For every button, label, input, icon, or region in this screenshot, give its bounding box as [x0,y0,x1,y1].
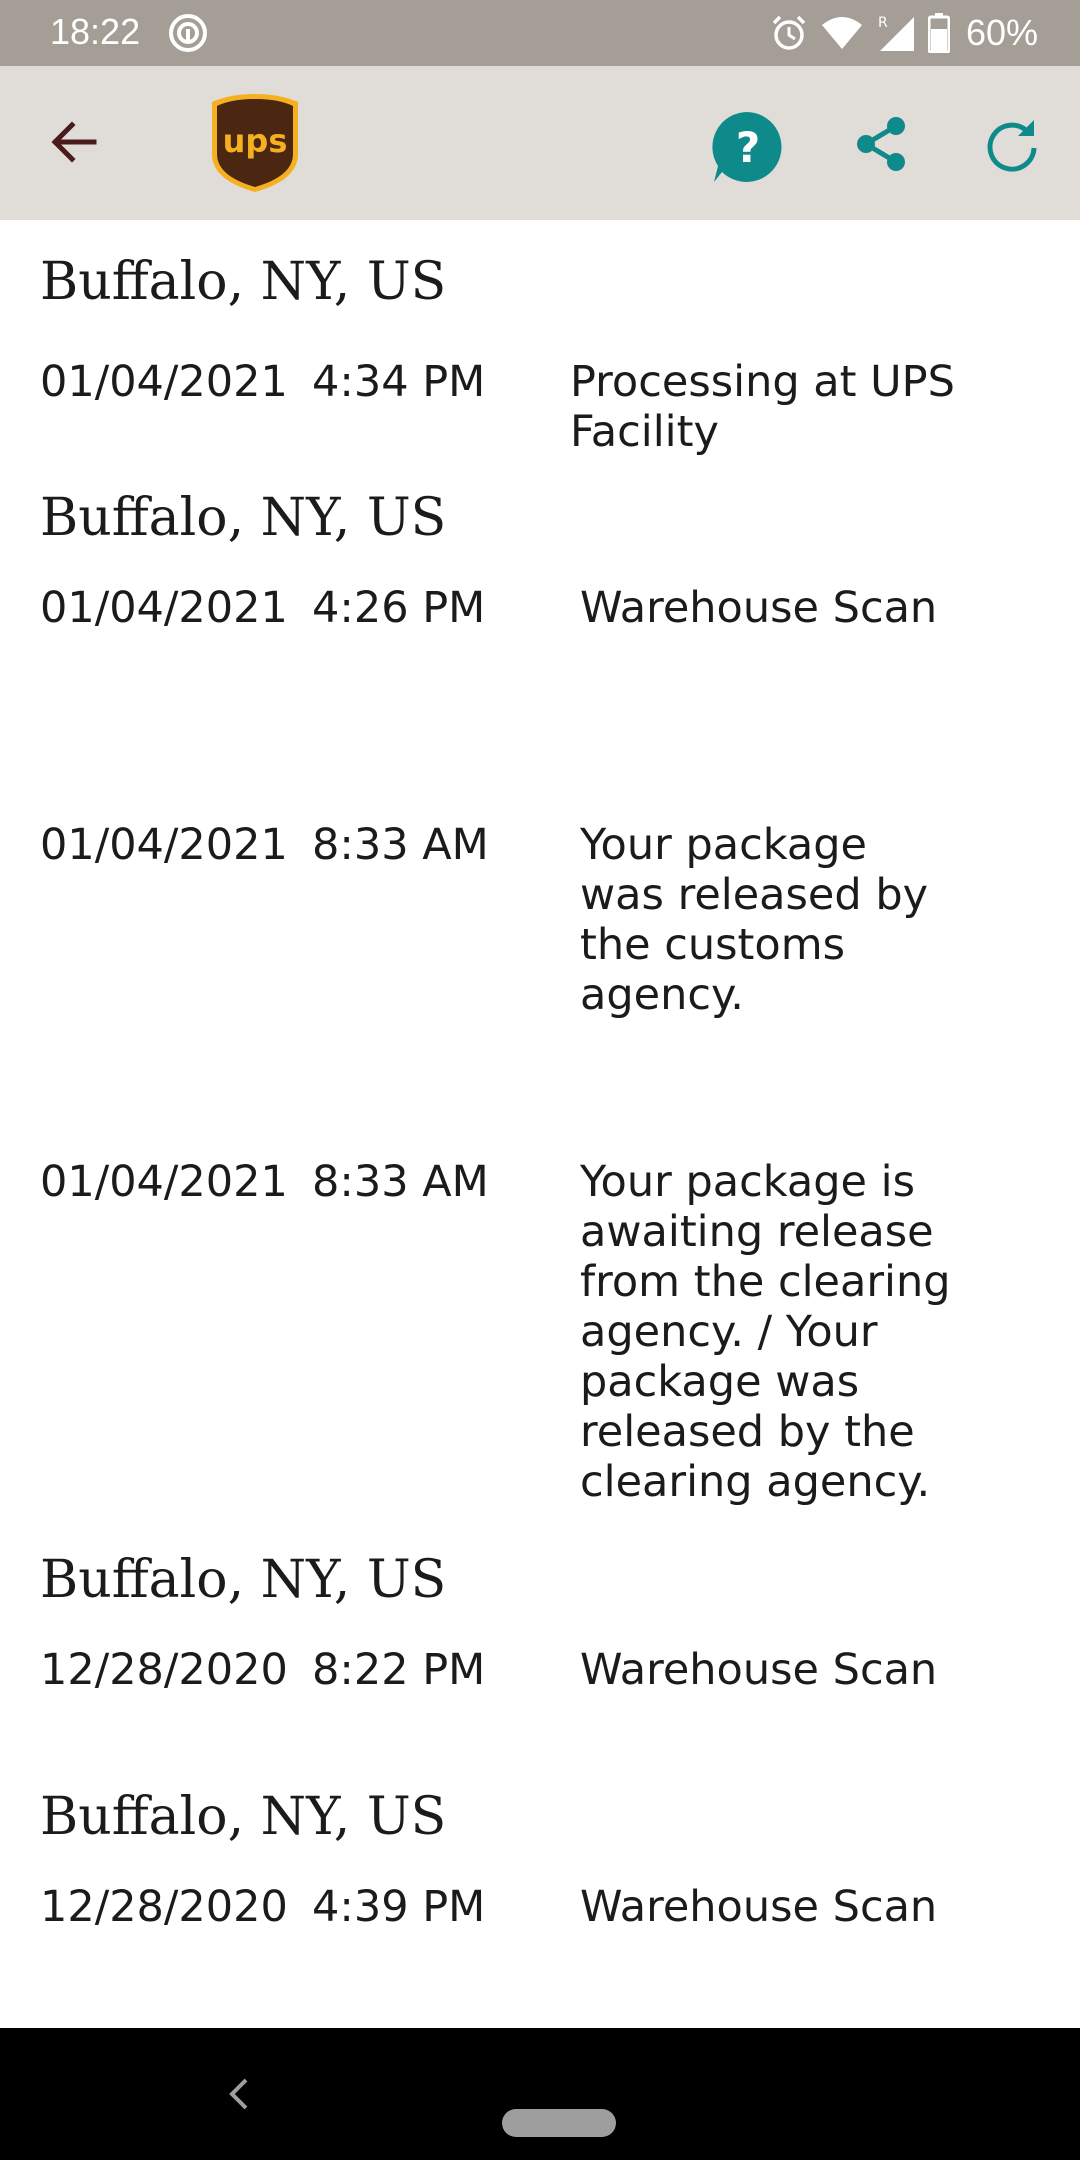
status-time: 18:22 [50,11,141,52]
event-date: 12/28/2020 [40,1645,288,1695]
back-arrow-icon[interactable] [44,112,104,172]
event-description: Warehouse Scan [580,1645,938,1695]
event-time: 4:26 PM [312,583,486,633]
battery-icon [927,13,950,53]
battery-percent: 60% [965,12,1038,53]
event-location: Buffalo, NY, US [40,1550,447,1610]
event-date: 01/04/2021 [40,357,288,407]
home-pill[interactable] [502,2109,616,2137]
app-bar: ups ? [0,66,1080,220]
help-icon[interactable]: ? [710,110,784,184]
event-description: Warehouse Scan [580,583,938,633]
event-time: 8:22 PM [312,1645,486,1695]
navigation-bar [0,2028,1080,2160]
status-bar: 18:22 R 60% [0,0,1080,66]
svg-text:R: R [878,15,888,31]
event-description: Your package is awaiting release from th… [580,1157,951,1507]
share-icon[interactable] [852,114,912,174]
event-date: 01/04/2021 [40,583,288,633]
status-right: R 60% [770,9,1038,57]
ups-logo-text: ups [223,122,288,160]
svg-text:?: ? [736,123,760,172]
event-location: Buffalo, NY, US [40,1787,447,1847]
event-time: 4:34 PM [312,357,486,407]
wifi-icon [821,17,862,49]
nav-back-icon[interactable] [222,2074,256,2114]
event-description: Warehouse Scan [580,1882,938,1932]
event-location: Buffalo, NY, US [40,252,447,312]
sync-icon [169,14,207,52]
ups-logo: ups [212,94,298,192]
event-time: 8:33 AM [312,1157,489,1207]
tracking-events-list: Buffalo, NY, US 01/04/2021 4:34 PM Proce… [0,220,1080,2028]
event-description: Processing at UPS Facility [570,357,955,457]
event-time: 8:33 AM [312,820,489,870]
refresh-icon[interactable] [982,114,1042,174]
event-date: 12/28/2020 [40,1882,288,1932]
signal-icon: R [878,15,914,51]
alarm-icon [772,15,806,50]
event-date: 01/04/2021 [40,820,288,870]
event-time: 4:39 PM [312,1882,486,1932]
event-description: Your package was released by the customs… [580,820,929,1020]
event-date: 01/04/2021 [40,1157,288,1207]
event-location: Buffalo, NY, US [40,488,447,548]
